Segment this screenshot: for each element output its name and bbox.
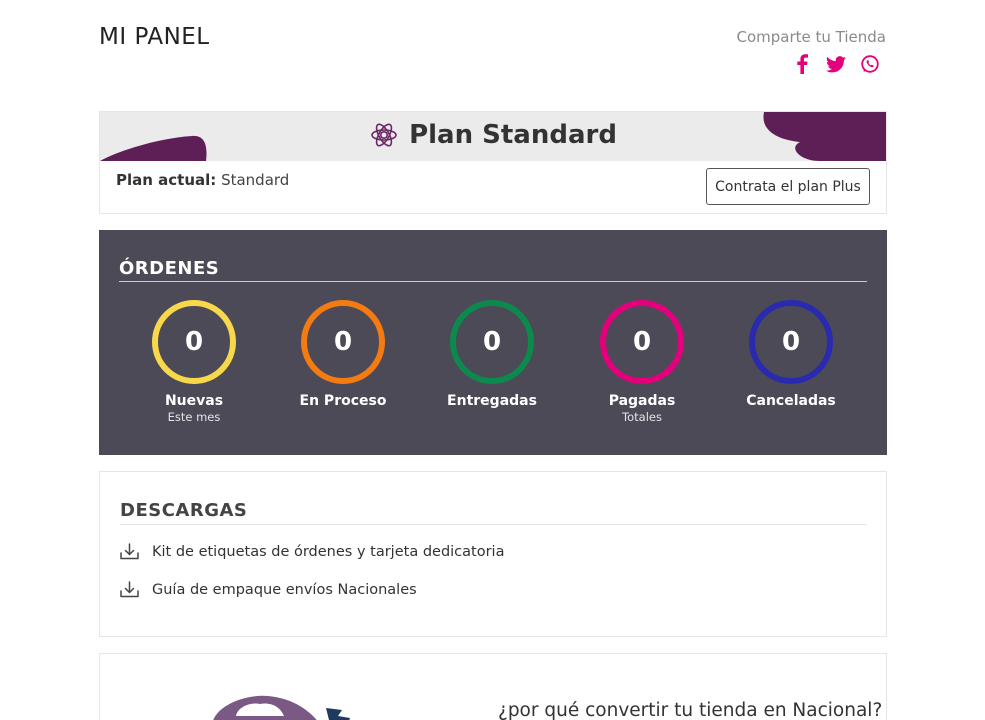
stat-label: Entregadas	[447, 393, 537, 409]
stat-label: Canceladas	[746, 393, 836, 409]
orders-panel: ÓRDENES 0 Nuevas Este mes 0 En Proceso 0…	[99, 230, 887, 455]
current-plan-value: Standard	[221, 171, 290, 189]
stat-nuevas[interactable]: 0 Nuevas Este mes	[134, 300, 254, 424]
flower-icon	[371, 123, 397, 147]
stat-label: En Proceso	[299, 393, 387, 409]
stat-value: 0	[184, 327, 204, 357]
stat-value: 0	[333, 327, 353, 357]
twitter-icon[interactable]	[826, 54, 846, 74]
share-icons	[737, 54, 887, 74]
plan-card: Plan Standard Plan actual: Standard Cont…	[99, 111, 887, 214]
orders-title: ÓRDENES	[119, 258, 220, 279]
share-label: Comparte tu Tienda	[736, 28, 887, 46]
stat-en-proceso[interactable]: 0 En Proceso	[283, 300, 403, 409]
stat-sublabel: Totales	[622, 410, 662, 424]
stat-label: Nuevas	[164, 393, 224, 409]
whatsapp-icon[interactable]	[860, 54, 880, 74]
stat-entregadas[interactable]: 0 Entregadas	[432, 300, 552, 409]
share-store: Comparte tu Tienda	[736, 28, 887, 74]
stat-value: 0	[632, 327, 652, 357]
promo-card: ¿por qué convertir tu tienda en Nacional…	[99, 653, 887, 720]
download-link-packing-guide[interactable]: Guía de empaque envíos Nacionales	[120, 581, 417, 598]
current-plan-label: Plan actual:	[116, 171, 217, 189]
stat-pagadas[interactable]: 0 Pagadas Totales	[582, 300, 702, 424]
stat-ring: 0	[450, 300, 534, 384]
download-label: Guía de empaque envíos Nacionales	[152, 581, 417, 598]
stat-sublabel: Este mes	[167, 410, 221, 424]
downloads-panel: DESCARGAS Kit de etiquetas de órdenes y …	[99, 471, 887, 637]
download-icon	[120, 543, 139, 560]
stat-value: 0	[781, 327, 801, 357]
stat-canceladas[interactable]: 0 Canceladas	[731, 300, 851, 409]
stat-ring: 0	[301, 300, 385, 384]
stat-ring: 0	[749, 300, 833, 384]
facebook-icon[interactable]	[792, 54, 812, 74]
plan-name: Plan Standard	[409, 120, 617, 150]
plan-banner: Plan Standard	[100, 112, 886, 161]
page-title: MI PANEL	[99, 24, 210, 50]
promo-illustration	[213, 695, 350, 720]
current-plan: Plan actual: Standard	[116, 171, 289, 189]
stat-value: 0	[482, 327, 502, 357]
stat-ring: 0	[600, 300, 684, 384]
upgrade-plan-button[interactable]: Contrata el plan Plus	[706, 168, 870, 205]
stat-ring: 0	[152, 300, 236, 384]
download-link-labels-kit[interactable]: Kit de etiquetas de órdenes y tarjeta de…	[120, 543, 504, 560]
downloads-title: DESCARGAS	[120, 500, 248, 521]
download-label: Kit de etiquetas de órdenes y tarjeta de…	[152, 543, 505, 560]
orders-divider	[119, 281, 867, 282]
promo-question[interactable]: ¿por qué convertir tu tienda en Nacional…	[498, 700, 882, 720]
plan-title: Plan Standard	[100, 120, 886, 150]
downloads-divider	[120, 524, 866, 525]
stat-label: Pagadas	[608, 393, 676, 409]
download-icon	[120, 581, 139, 598]
